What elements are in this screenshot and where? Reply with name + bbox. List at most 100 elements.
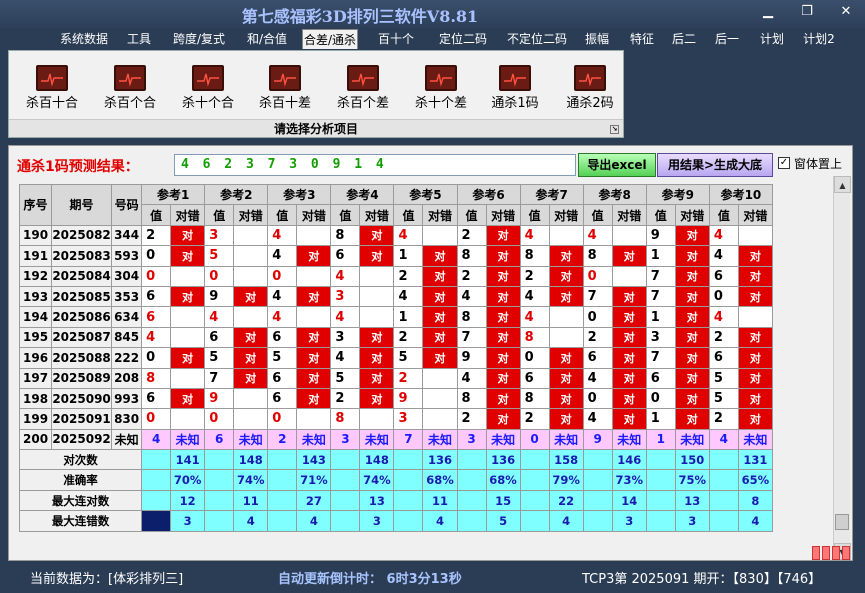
mark-cell xyxy=(170,367,206,389)
stat-value: 4 xyxy=(548,510,584,532)
value-cell: 6 xyxy=(708,347,739,369)
menu-item[interactable]: 和/合值 xyxy=(243,29,291,49)
value-subheader: 值 xyxy=(204,204,235,226)
value-cell: 0 xyxy=(708,285,739,308)
ribbon-tool[interactable]: 通杀2码 xyxy=(555,65,625,111)
value-cell: 5 xyxy=(267,347,298,369)
value-cell: 1 xyxy=(645,306,676,328)
stat-value: 79% xyxy=(548,469,584,491)
scroll-up-icon[interactable]: ▲ xyxy=(834,176,851,193)
value-cell: 6 xyxy=(645,367,676,389)
menu-item[interactable]: 不定位二码 xyxy=(503,29,571,49)
value-cell: 4 xyxy=(330,347,361,369)
table-row[interactable]: 194 2025086 634 6 4 4 4 1 对 8 对 4 0 对 1 对 4 xyxy=(18,306,774,328)
ribbon-tool[interactable]: 杀十个差 xyxy=(406,65,476,111)
value-cell: 0 xyxy=(645,387,676,410)
ribbon-tool[interactable]: 杀百个差 xyxy=(328,65,398,111)
stat-blank xyxy=(519,489,550,512)
stat-row: 对次数 141 148 143 148 136 136 158 146 150 131 xyxy=(18,449,774,471)
mark-cell: 对 xyxy=(674,408,710,430)
menu-item[interactable]: 工具 xyxy=(124,29,154,49)
ribbon-tool[interactable]: 杀百十差 xyxy=(250,65,320,111)
mark-subheader: 对错 xyxy=(611,204,647,226)
menu-item[interactable]: 合差/通杀 xyxy=(302,29,358,49)
main-panel: 通杀1码预测结果： 4 6 2 3 7 3 0 9 1 4 导出excel 用结… xyxy=(8,145,853,561)
mark-cell xyxy=(548,224,584,247)
issue-cell: 2025087 xyxy=(51,326,113,349)
issue-cell: 2025089 xyxy=(51,367,113,389)
table-row[interactable]: 191 2025083 593 0 对 5 4 对 6 对 1 对 8 对 8 对 8 对 1 对 4 对 xyxy=(18,245,774,267)
mark-cell: 对 xyxy=(611,367,647,389)
mark-cell: 对 xyxy=(359,347,395,369)
menu-item[interactable]: 后一 xyxy=(713,29,741,49)
mark-cell: 对 xyxy=(674,326,710,349)
table-row[interactable]: 190 2025082 344 2 对 3 4 8 对 4 2 对 4 4 9 对 4 xyxy=(18,224,774,247)
code-cell: 593 xyxy=(111,245,143,267)
prediction-row[interactable]: 200 2025092 未知 4 未知 6 未知 2 未知 3 未知 7 未知 3 未知 0 未知 9 未知 1 未知 4… xyxy=(18,428,774,451)
chart-icon xyxy=(192,65,224,91)
minimize-icon[interactable]: ▁ xyxy=(758,4,778,19)
vertical-scrollbar[interactable]: ▲ ▼ xyxy=(833,176,851,560)
close-icon[interactable]: ✕ xyxy=(836,4,856,19)
progress-indicator xyxy=(812,546,850,560)
pred-mark-cell: 未知 xyxy=(296,428,332,451)
table-row[interactable]: 193 2025085 353 6 对 9 对 4 对 3 4 对 4 对 4 对 7 对 7 对 0 对 xyxy=(18,285,774,308)
table-row[interactable]: 196 2025088 222 0 对 5 对 5 对 4 对 5 对 9 对 0 对 6 对 7 对 6 对 xyxy=(18,347,774,369)
table-row[interactable]: 197 2025089 208 8 7 对 6 对 5 对 2 4 对 6 对 4 对 6 对 5 对 xyxy=(18,367,774,389)
menu-item[interactable]: 特征 xyxy=(627,29,657,49)
menu-item[interactable]: 定位二码 xyxy=(434,29,492,49)
stat-blank xyxy=(708,489,739,512)
mark-cell: 对 xyxy=(737,326,774,349)
scroll-thumb[interactable] xyxy=(835,514,849,530)
value-cell: 5 xyxy=(708,367,739,389)
progress-cell xyxy=(832,546,840,560)
table-row[interactable]: 199 2025091 830 0 0 0 8 3 2 对 2 对 4 对 1 对 2 对 xyxy=(18,408,774,430)
generate-base-button[interactable]: 用结果>生成大底 xyxy=(657,153,773,177)
value-cell: 3 xyxy=(330,326,361,349)
value-cell: 4 xyxy=(204,306,235,328)
stat-blank xyxy=(141,449,172,471)
value-cell: 0 xyxy=(204,265,235,287)
mark-subheader: 对错 xyxy=(233,204,269,226)
issue-cell: 2025091 xyxy=(51,408,113,430)
mark-cell: 对 xyxy=(674,224,710,247)
mark-subheader: 对错 xyxy=(485,204,521,226)
chart-icon xyxy=(574,65,606,91)
ribbon-tool[interactable]: 杀十个合 xyxy=(173,65,243,111)
mark-cell xyxy=(737,306,774,328)
expand-icon[interactable]: ↘ xyxy=(610,125,619,134)
stat-blank xyxy=(582,510,613,532)
menu-item[interactable]: 系统数据 xyxy=(57,29,111,49)
menu-item[interactable]: 跨度/复式 xyxy=(168,29,230,49)
pin-checkbox[interactable]: ✓ xyxy=(778,157,790,169)
mark-cell: 对 xyxy=(548,408,584,430)
mark-cell xyxy=(422,224,458,247)
ref-group-header: 参考3 xyxy=(267,183,332,206)
mark-cell: 对 xyxy=(485,408,521,430)
value-cell: 2 xyxy=(519,265,550,287)
mark-cell: 对 xyxy=(737,387,774,410)
menu-item[interactable]: 后二 xyxy=(670,29,698,49)
restore-icon[interactable]: ❐ xyxy=(797,4,817,19)
mark-cell xyxy=(548,326,584,349)
ribbon-tool-label: 杀百十差 xyxy=(258,96,311,111)
value-cell: 4 xyxy=(267,224,298,247)
table-row[interactable]: 198 2025090 993 6 对 9 6 对 2 对 9 8 对 8 对 0 对 0 对 5 对 xyxy=(18,387,774,410)
menu-item[interactable]: 计划2 xyxy=(802,29,836,49)
table-row[interactable]: 192 2025084 304 0 0 0 4 2 对 2 对 2 对 0 7 对 6 对 xyxy=(18,265,774,287)
ribbon-tool[interactable]: 杀百个合 xyxy=(95,65,165,111)
menu-item[interactable]: 百十个 xyxy=(378,29,414,49)
value-cell: 6 xyxy=(519,367,550,389)
stat-label: 对次数 xyxy=(18,449,143,471)
table-row[interactable]: 195 2025087 845 4 6 对 6 对 3 对 2 对 7 对 8 2 对 3 对 2 对 xyxy=(18,326,774,349)
mark-cell: 对 xyxy=(611,306,647,328)
stat-blank xyxy=(204,489,235,512)
menu-item[interactable]: 振幅 xyxy=(583,29,611,49)
result-field[interactable]: 4 6 2 3 7 3 0 9 1 4 xyxy=(174,154,576,176)
ribbon-tool[interactable]: 通杀1码 xyxy=(480,65,550,111)
value-cell: 0 xyxy=(582,265,613,287)
ribbon-tool[interactable]: 杀百十合 xyxy=(17,65,87,111)
export-excel-button[interactable]: 导出excel xyxy=(578,153,656,177)
mark-cell xyxy=(233,408,269,430)
menu-item[interactable]: 计划 xyxy=(758,29,786,49)
